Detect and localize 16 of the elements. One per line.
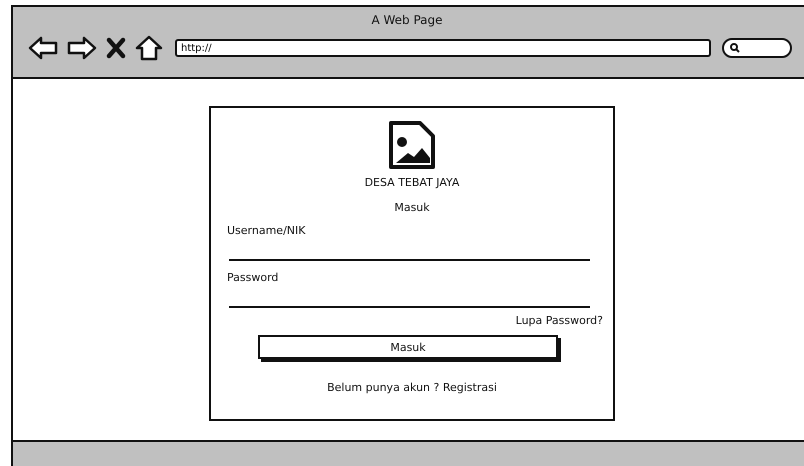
village-title: DESA TEBAT JAYA <box>364 176 460 189</box>
back-icon[interactable] <box>28 35 58 61</box>
window-title: A Web Page <box>371 13 443 27</box>
image-icon <box>388 120 436 170</box>
search-field[interactable] <box>722 38 792 58</box>
login-heading: Masuk <box>394 201 430 214</box>
forward-icon[interactable] <box>67 35 97 61</box>
search-icon <box>730 43 740 53</box>
field-label: Username/NIK <box>227 224 306 237</box>
field-label: Password <box>227 271 278 284</box>
register-text: Belum punya akun ? Registrasi <box>327 381 497 394</box>
forgot-password-link[interactable]: Lupa Password? <box>516 314 603 327</box>
address-field[interactable]: http:// <box>175 39 711 57</box>
login-button[interactable]: Masuk <box>258 335 558 359</box>
home-icon[interactable] <box>135 35 163 61</box>
close-icon[interactable] <box>106 35 126 61</box>
